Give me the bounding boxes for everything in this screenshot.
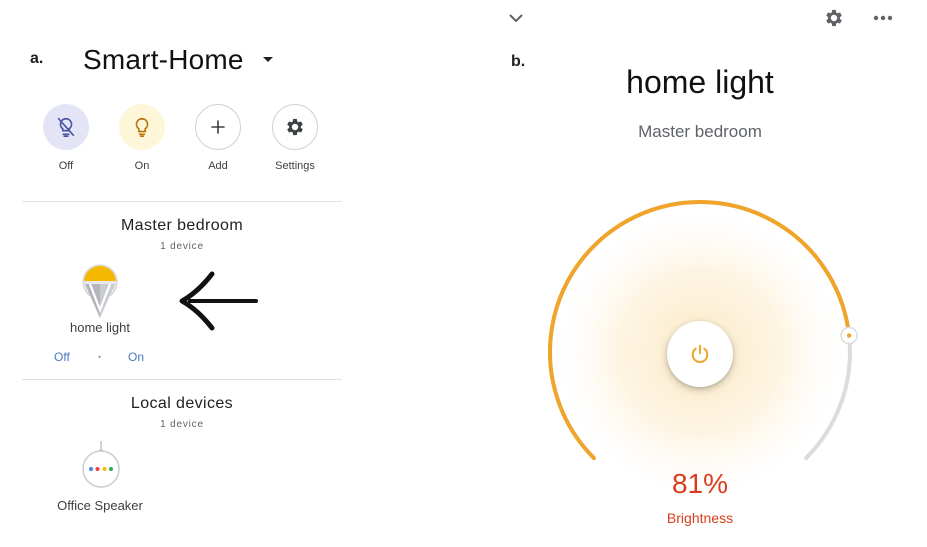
device-name-home-light[interactable]: home light: [40, 320, 160, 335]
device-off-button[interactable]: Off: [54, 350, 70, 364]
chevron-down-icon[interactable]: [506, 8, 526, 28]
settings-button[interactable]: Settings: [262, 104, 328, 172]
home-title[interactable]: Smart-Home: [83, 44, 244, 76]
section-divider: [22, 201, 342, 202]
home-dropdown-icon[interactable]: [258, 50, 278, 70]
device-title: home light: [626, 64, 774, 100]
pointer-arrow-icon: [178, 270, 260, 332]
power-button[interactable]: [667, 321, 733, 387]
plus-icon: [195, 104, 241, 150]
all-off-label: Off: [58, 160, 74, 172]
device-on-button[interactable]: On: [128, 350, 144, 364]
section-divider: [22, 379, 342, 380]
gear-icon: [272, 104, 318, 150]
power-icon: [691, 344, 709, 363]
panel-a-label: a.: [30, 50, 44, 67]
add-button[interactable]: Add: [185, 104, 251, 172]
brightness-value: 81%: [671, 468, 729, 499]
lightbulb-off-icon: [43, 104, 89, 150]
all-on-label: On: [134, 160, 150, 172]
panel-b-label: b.: [511, 53, 526, 70]
dial-handle[interactable]: [840, 326, 858, 345]
smart-speaker-icon[interactable]: [80, 440, 122, 488]
gear-icon[interactable]: [821, 5, 847, 31]
room-device-count: 1 device: [160, 241, 204, 252]
room-title-local-devices: Local devices: [130, 395, 234, 412]
device-room-name: Master bedroom: [638, 122, 762, 141]
more-options-icon[interactable]: [870, 5, 896, 31]
device-name-office-speaker[interactable]: Office Speaker: [40, 498, 160, 513]
room-title-master-bedroom: Master bedroom: [120, 217, 244, 234]
toggle-separator: •: [98, 352, 102, 362]
all-on-button[interactable]: On: [109, 104, 175, 172]
lightbulb-icon: [119, 104, 165, 150]
brightness-label: Brightness: [666, 510, 734, 526]
all-off-button[interactable]: Off: [33, 104, 99, 172]
add-label: Add: [208, 160, 228, 172]
room-device-count: 1 device: [160, 419, 204, 430]
smart-bulb-icon[interactable]: [77, 262, 123, 322]
settings-label: Settings: [275, 160, 315, 172]
